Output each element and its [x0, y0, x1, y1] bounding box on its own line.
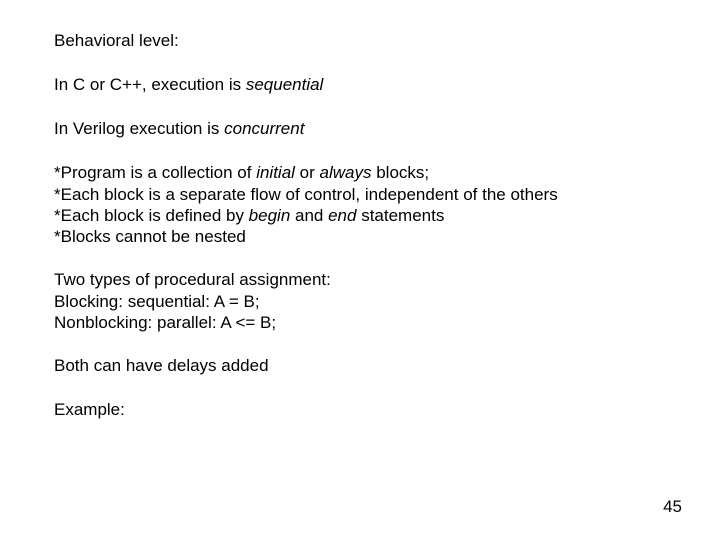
- bullet-2: *Each block is a separate flow of contro…: [54, 184, 666, 205]
- assign-intro: Two types of procedural assignment:: [54, 269, 666, 290]
- paragraph-c-cpp: In C or C++, execution is sequential: [54, 74, 666, 96]
- bullet-3: *Each block is defined by begin and end …: [54, 205, 666, 226]
- assign-nonblocking: Nonblocking: parallel: A <= B;: [54, 312, 666, 333]
- bullet-4: *Blocks cannot be nested: [54, 226, 666, 247]
- delays-note: Both can have delays added: [54, 355, 666, 377]
- para2-em: concurrent: [224, 119, 304, 138]
- bullet-1: *Program is a collection of initial or a…: [54, 162, 666, 183]
- para1-em: sequential: [246, 75, 324, 94]
- b1-pre: *Program is a collection of: [54, 163, 256, 182]
- b3-em1: begin: [249, 206, 291, 225]
- b1-mid: or: [295, 163, 320, 182]
- b1-em1: initial: [256, 163, 295, 182]
- paragraph-verilog: In Verilog execution is concurrent: [54, 118, 666, 140]
- page-number: 45: [663, 496, 682, 518]
- b3-post: statements: [356, 206, 444, 225]
- slide-heading: Behavioral level:: [54, 30, 666, 52]
- b3-pre: *Each block is defined by: [54, 206, 249, 225]
- b1-em2: always: [320, 163, 372, 182]
- para2-pre: In Verilog execution is: [54, 119, 224, 138]
- assign-blocking: Blocking: sequential: A = B;: [54, 291, 666, 312]
- b3-mid: and: [290, 206, 328, 225]
- example-label: Example:: [54, 399, 666, 421]
- b1-post: blocks;: [371, 163, 429, 182]
- b3-em2: end: [328, 206, 356, 225]
- para1-pre: In C or C++, execution is: [54, 75, 246, 94]
